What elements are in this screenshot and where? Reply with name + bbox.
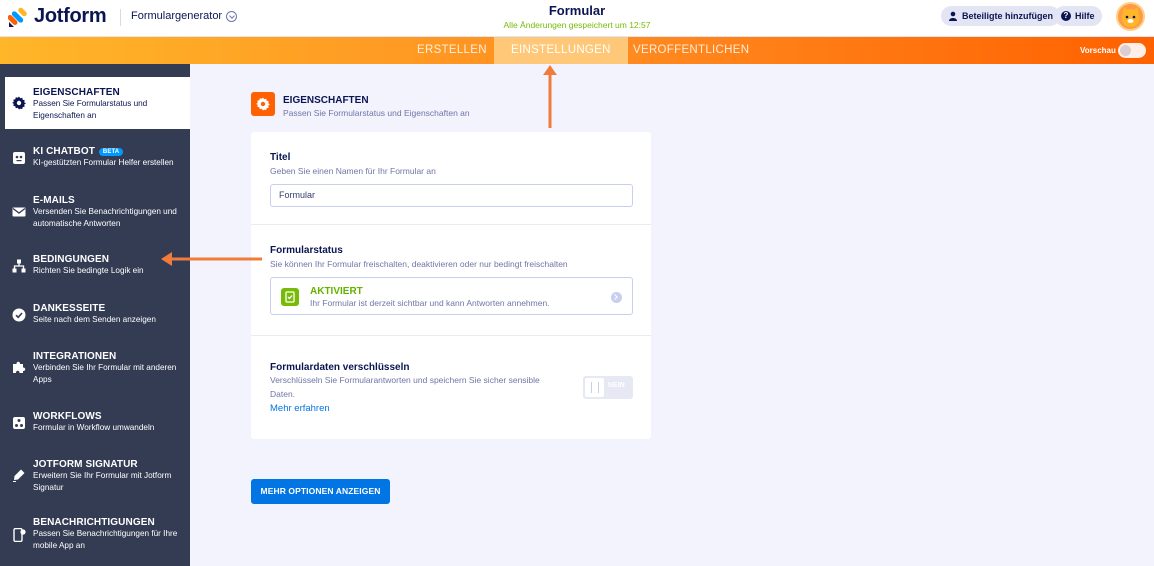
sidebar-item-jotform-signatur[interactable]: JOTFORM SIGNATUR Erweitern Sie Ihr Formu… [0,459,190,499]
sidebar-item-title: BENACHRICHTIGUNGEN [33,517,155,528]
sidebar-item-emails[interactable]: E-MAILS Versenden Sie Benachrichtigungen… [0,194,190,234]
sidebar-item-title: WORKFLOWS [33,411,102,422]
help-label: Hilfe [1075,11,1095,21]
status-section: Formularstatus Sie können Ihr Formular f… [251,225,651,336]
sidebar-item-desc: Versenden Sie Benachrichtigungen und aut… [33,207,177,228]
learn-more-link[interactable]: Mehr erfahren [270,403,330,414]
workflow-icon [13,417,25,429]
section-description: Passen Sie Formularstatus und Eigenschaf… [283,108,470,118]
check-circle-icon [12,308,26,322]
sidebar-item-integrationen[interactable]: INTEGRATIONEN Verbinden Sie Ihr Formular… [0,351,190,391]
tab-veroeffentlichen[interactable]: VERÖFFENTLICHEN [633,37,749,64]
preview-label: Vorschau [1080,46,1116,55]
sidebar-item-desc: KI-gestützten Formular Helfer erstellen [33,158,174,167]
settings-sidebar: EIGENSCHAFTEN Passen Sie Formularstatus … [0,64,190,566]
encrypt-toggle[interactable]: NEIN [583,376,633,399]
title-label: Titel [270,152,291,163]
status-value: AKTIVIERT [310,286,363,297]
envelope-icon [12,207,26,217]
sidebar-item-eigenschaften[interactable]: EIGENSCHAFTEN Passen Sie Formularstatus … [5,77,190,129]
status-active-icon [281,288,299,306]
more-options-button[interactable]: MEHR OPTIONEN ANZEIGEN [251,479,390,504]
sidebar-item-title: EIGENSCHAFTEN [33,87,120,98]
sidebar-item-ki-chatbot[interactable]: KI CHATBOT BETA KI-gestützten Formular He… [0,144,190,180]
sidebar-item-benachrichtigungen[interactable]: BENACHRICHTIGUNGEN Passen Sie Benachrich… [0,517,190,557]
sidebar-item-title: DANKESSEITE [33,303,106,314]
mobile-bell-icon [13,528,26,542]
properties-card: Titel Geben Sie einen Namen für Ihr Form… [251,132,651,439]
sidebar-item-desc: Formular in Workflow umwandeln [33,423,155,432]
sidebar-item-title: E-MAILS [33,195,75,206]
sidebar-item-desc: Erweitern Sie Ihr Formular mit Jotform S… [33,471,172,492]
status-value-description: Ihr Formular ist derzeit sichtbar und ka… [310,298,550,308]
sidebar-item-desc: Passen Sie Formularstatus und Eigenschaf… [33,99,148,120]
encrypt-label: Formulardaten verschlüsseln [270,362,410,373]
document-check-icon [285,291,295,303]
section-title: EIGENSCHAFTEN [283,95,369,106]
add-participants-label: Beteiligte hinzufügen [962,11,1053,21]
top-bar: Jotform Formulargenerator Formular Alle … [0,0,1154,37]
sidebar-item-desc: Seite nach dem Senden anzeigen [33,315,156,324]
sidebar-item-title-text: KI CHATBOT [33,146,95,157]
sidebar-item-desc: Passen Sie Benachrichtigungen für Ihre m… [33,529,178,550]
toggle-label: NEIN [608,382,625,389]
user-icon [949,11,957,21]
encrypt-description-line2: Daten. [270,389,296,399]
chevron-right-icon [611,292,622,303]
add-participants-button[interactable]: Beteiligte hinzufügen [941,6,1060,26]
sidebar-item-dankesseite[interactable]: DANKESSEITE Seite nach dem Senden anzeig… [0,303,190,333]
pen-icon [13,469,25,482]
sidebar-item-desc: Verbinden Sie Ihr Formular mit anderen A… [33,363,177,384]
sidebar-item-title: BEDINGUNGEN [33,254,110,265]
gear-icon [256,97,270,111]
encrypt-description-line1: Verschlüsseln Sie Formularantworten und … [270,375,540,385]
help-button[interactable]: ? Hilfe [1054,6,1102,26]
beta-badge: BETA [98,147,124,156]
title-description: Geben Sie einen Namen für Ihr Formular a… [270,166,436,176]
sidebar-item-title: INTEGRATIONEN [33,351,117,362]
section-gear-badge [251,92,275,116]
title-section: Titel Geben Sie einen Namen für Ihr Form… [251,132,651,225]
annotation-arrow-left [161,252,262,266]
question-icon: ? [1061,11,1071,21]
toggle-knob [585,378,604,397]
sidebar-item-workflows[interactable]: WORKFLOWS Formular in Workflow umwandeln [0,411,190,441]
status-label: Formularstatus [270,245,343,256]
sidebar-item-title: KI CHATBOT BETA [33,146,124,157]
form-status-selector[interactable]: AKTIVIERT Ihr Formular ist derzeit sicht… [270,277,633,315]
tab-erstellen[interactable]: ERSTELLEN [417,37,487,64]
avatar-cat-icon [1121,7,1140,27]
annotation-arrow-up [543,65,557,128]
preview-toggle[interactable] [1118,43,1146,58]
hierarchy-icon [12,259,26,273]
gear-icon [12,96,26,110]
form-title-input[interactable]: Formular [270,184,633,207]
status-description: Sie können Ihr Formular freischalten, de… [270,259,568,269]
nav-bar: ERSTELLEN EINSTELLUNGEN VERÖFFENTLICHEN … [0,37,1154,64]
sidebar-item-title: JOTFORM SIGNATUR [33,459,138,470]
robot-icon [13,152,25,164]
avatar[interactable] [1116,2,1145,31]
puzzle-icon [13,361,26,373]
tab-einstellungen[interactable]: EINSTELLUNGEN [494,37,628,64]
